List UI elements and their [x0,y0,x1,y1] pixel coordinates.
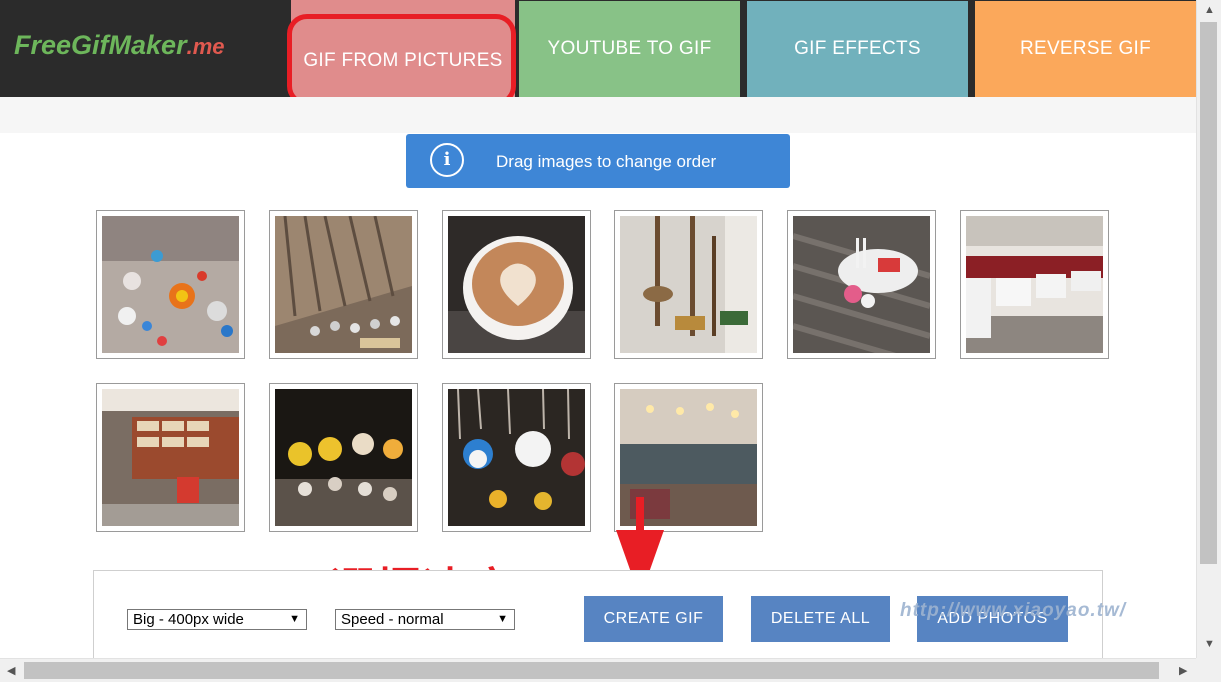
photo-thumbnail[interactable] [614,210,763,359]
vertical-scrollbar[interactable]: ▲ ▼ [1196,0,1221,658]
photo-image [275,389,412,526]
size-select[interactable]: Big - 400px wide ▼ [127,609,307,630]
size-select-value: Big - 400px wide [133,611,244,628]
photo-image [102,389,239,526]
dropdown-arrow-icon: ▼ [497,613,508,625]
photo-thumbnail[interactable] [96,383,245,532]
create-gif-button[interactable]: CREATE GIF [584,596,723,642]
speed-select[interactable]: Speed - normal ▼ [335,609,515,630]
dropdown-arrow-icon: ▼ [289,613,300,625]
info-text: Drag images to change order [496,152,717,171]
photo-thumbnail[interactable] [787,210,936,359]
photo-thumbnail[interactable] [96,210,245,359]
scroll-right-icon[interactable]: ▶ [1179,664,1187,677]
scroll-up-icon[interactable]: ▲ [1204,4,1215,16]
highlight-outline [287,14,516,106]
delete-all-button[interactable]: DELETE ALL [751,596,890,642]
photo-image [102,216,239,353]
info-banner: i Drag images to change order [406,134,790,188]
vertical-scroll-thumb[interactable] [1200,22,1217,564]
site-header: FreeGifMaker.me GIF FROM PICTURES YOUTUB… [0,0,1196,97]
tab-divider [968,0,975,97]
photo-image [448,389,585,526]
photo-thumbnail[interactable] [442,383,591,532]
photo-thumbnail[interactable] [269,383,418,532]
tab-reverse-gif[interactable]: REVERSE GIF [975,1,1196,97]
photo-thumbnail[interactable] [269,210,418,359]
tab-gif-effects[interactable]: GIF EFFECTS [747,1,968,97]
scrollbar-corner [1196,658,1221,682]
photo-thumbnail[interactable] [442,210,591,359]
subheader-band [0,97,1196,133]
scroll-left-icon[interactable]: ◀ [7,664,15,677]
horizontal-scroll-thumb[interactable] [24,662,1159,679]
photo-image [793,216,930,353]
tab-divider [740,0,747,97]
photo-image [448,216,585,353]
logo-text: FreeGifMaker [14,30,187,60]
scroll-down-icon[interactable]: ▼ [1204,638,1215,650]
photo-image [275,216,412,353]
photo-thumbnail[interactable] [960,210,1109,359]
tab-youtube-to-gif[interactable]: YOUTUBE TO GIF [519,1,740,97]
site-logo[interactable]: FreeGifMaker.me [14,30,225,61]
info-icon: i [430,143,464,177]
photo-image [620,216,757,353]
speed-select-value: Speed - normal [341,611,444,628]
watermark: http://www.xiaoyao.tw/ [900,600,1127,621]
horizontal-scrollbar[interactable]: ◀ ▶ [0,658,1196,682]
photo-image [966,216,1103,353]
logo-suffix: .me [186,34,225,59]
page: FreeGifMaker.me GIF FROM PICTURES YOUTUB… [0,0,1196,658]
